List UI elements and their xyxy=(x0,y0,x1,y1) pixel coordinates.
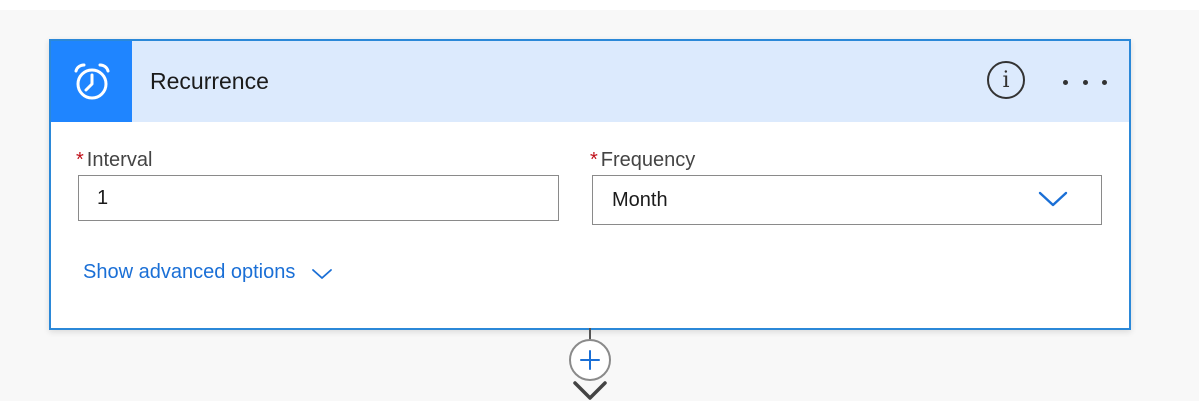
required-marker: * xyxy=(590,149,598,171)
card-header[interactable]: Recurrence i xyxy=(51,41,1129,122)
more-dot xyxy=(1063,79,1068,85)
arrow-down-icon xyxy=(573,381,607,400)
more-options-icon[interactable] xyxy=(1063,71,1107,93)
info-icon[interactable]: i xyxy=(987,61,1025,99)
recurrence-icon-tile xyxy=(51,41,132,122)
interval-input[interactable] xyxy=(78,175,559,221)
frequency-selected-value: Month xyxy=(612,189,668,211)
show-advanced-options-link[interactable]: Show advanced options xyxy=(83,261,333,284)
chevron-down-icon xyxy=(312,268,333,279)
more-dot xyxy=(1082,79,1088,85)
required-marker: * xyxy=(76,149,84,171)
add-step-button[interactable] xyxy=(569,339,611,381)
chevron-down-icon xyxy=(1038,191,1068,207)
top-band xyxy=(0,0,1199,10)
plus-icon xyxy=(580,350,600,370)
frequency-select[interactable]: Month xyxy=(592,175,1102,225)
card-title: Recurrence xyxy=(150,68,269,94)
interval-label: * Interval xyxy=(76,149,152,172)
frequency-label: * Frequency xyxy=(590,149,695,172)
alarm-clock-icon xyxy=(74,63,109,99)
show-advanced-options-label: Show advanced options xyxy=(83,261,296,283)
interval-label-text: Interval xyxy=(86,149,153,171)
more-dot xyxy=(1102,79,1107,85)
frequency-label-text: Frequency xyxy=(600,149,696,171)
recurrence-card: Recurrence i *Interval *Frequency Month … xyxy=(49,39,1131,330)
info-icon-glyph: i xyxy=(1002,67,1010,93)
